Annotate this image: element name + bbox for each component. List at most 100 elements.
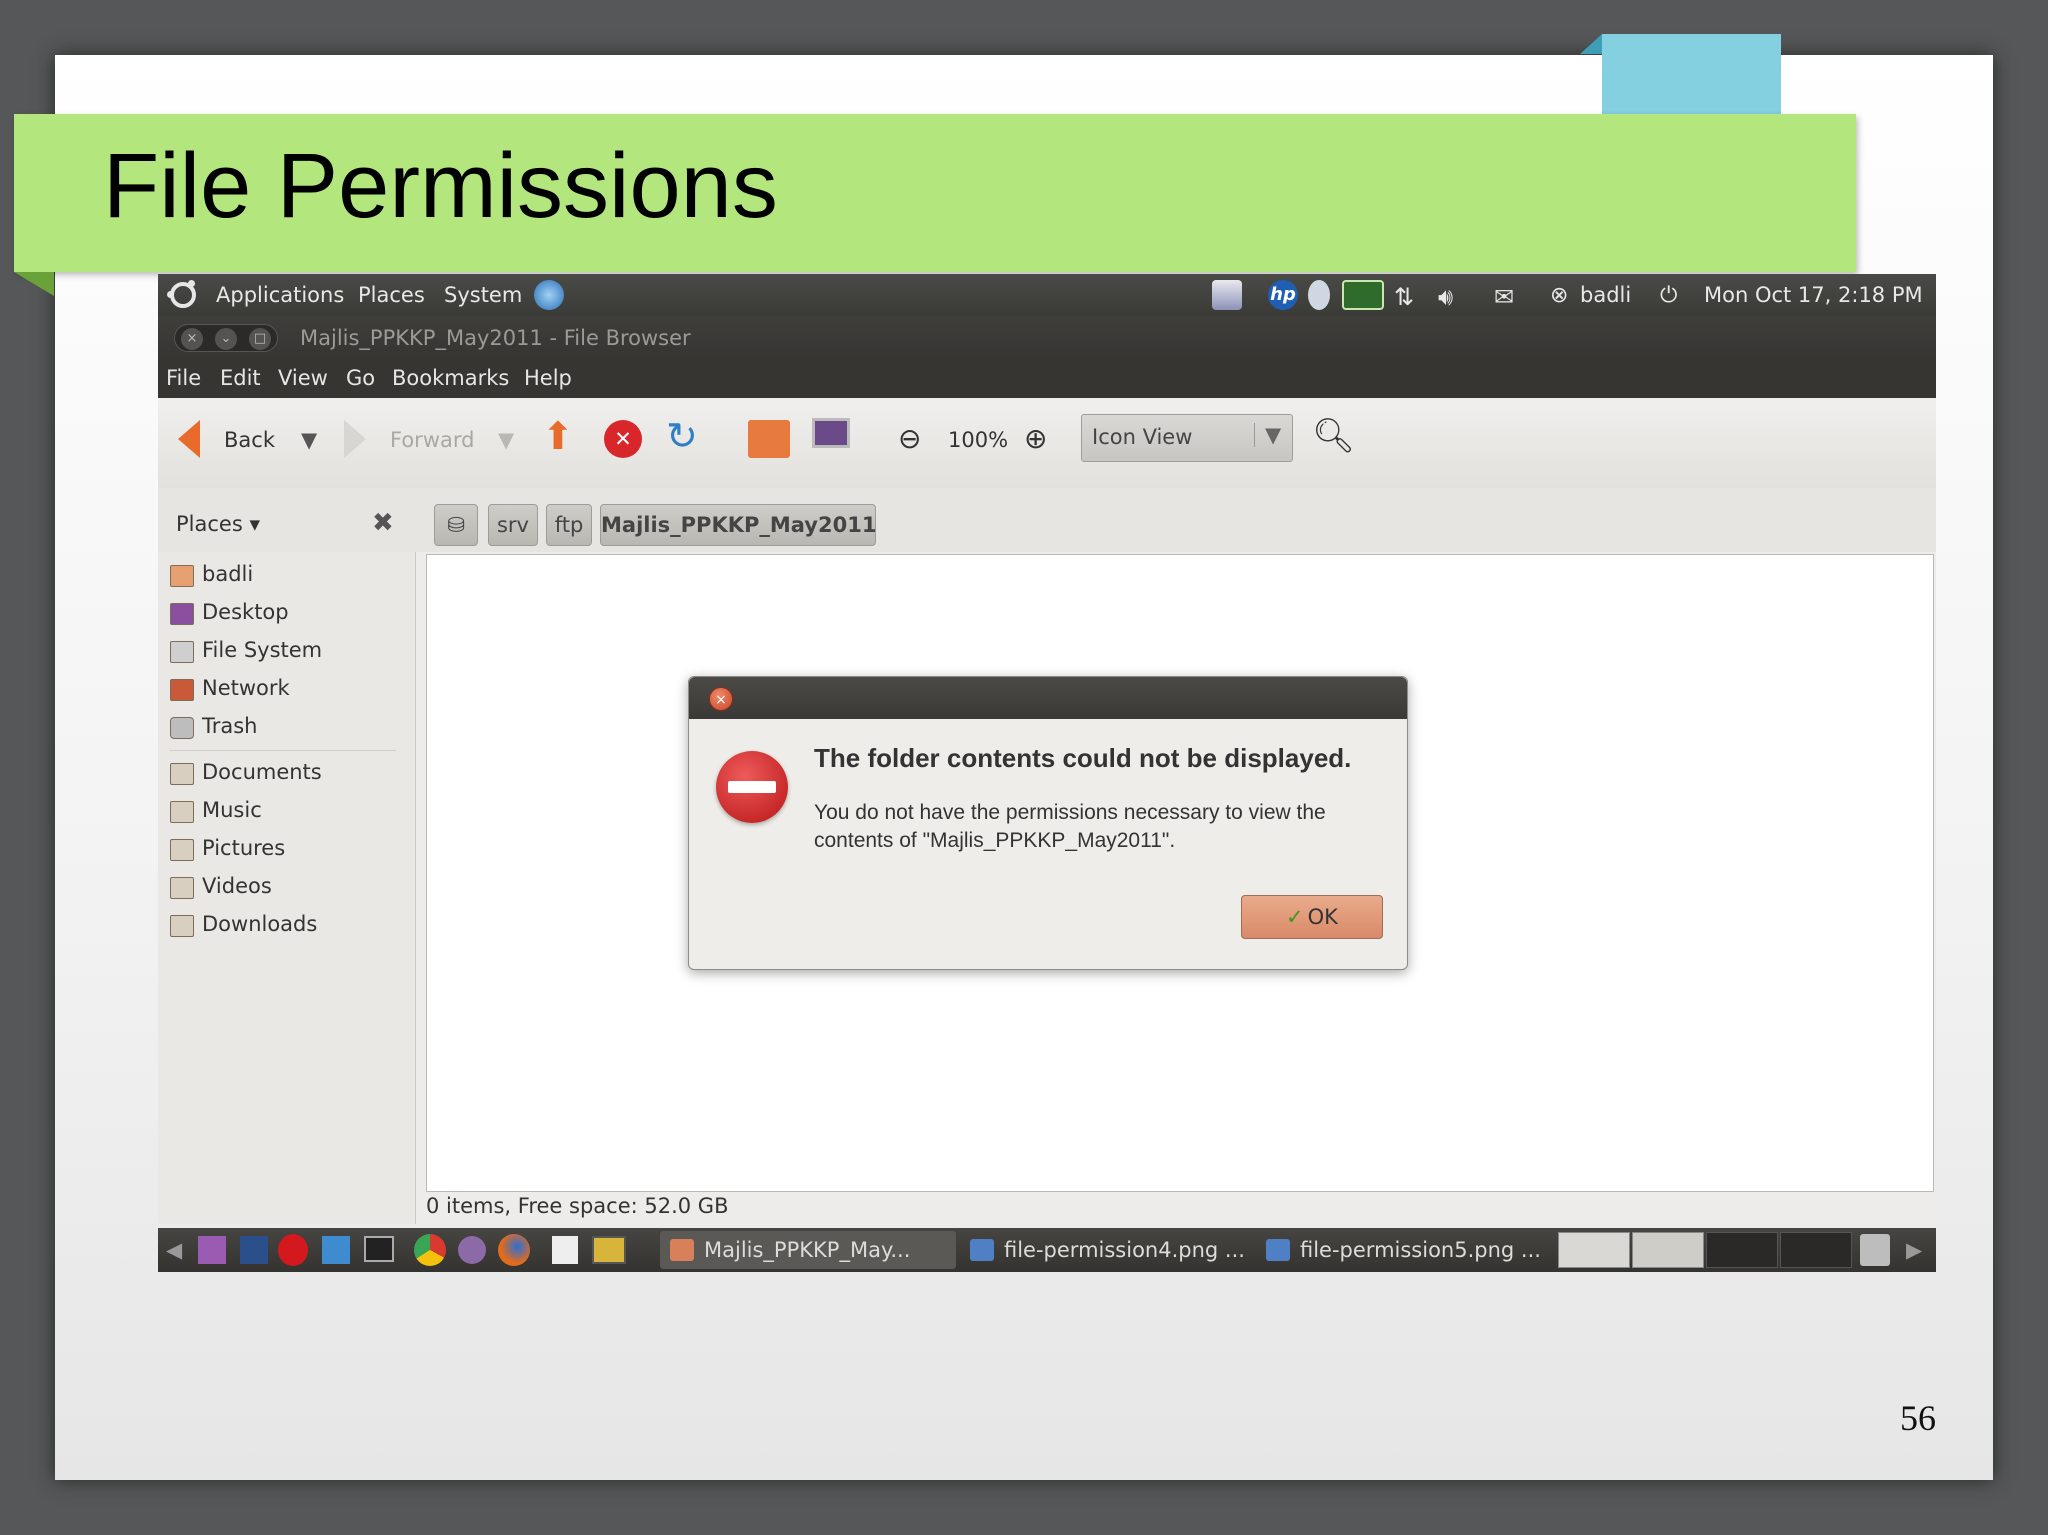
ok-button[interactable]: ✓ OK [1241,895,1383,939]
error-dialog: × The folder contents could not be displ… [688,676,1408,970]
places-label: Places [176,512,243,536]
trash-icon [170,717,194,739]
crumb-srv[interactable]: srv [488,504,538,546]
printer-icon[interactable] [1212,280,1242,310]
system-menu[interactable]: System [444,283,522,307]
menu-edit[interactable]: Edit [220,366,261,390]
menu-bookmarks[interactable]: Bookmarks [392,366,509,390]
taskbar-scroll-right-icon[interactable]: ▶ [1906,1238,1922,1262]
title-fold [14,272,54,296]
launcher-firefox-icon[interactable] [498,1234,530,1266]
desktop-icon [170,603,194,625]
task-file-browser[interactable]: Majlis_PPKKP_May... [660,1231,956,1269]
menu-help[interactable]: Help [524,366,572,390]
zoom-level[interactable]: 100% [948,428,1008,452]
applications-menu[interactable]: Applications [216,283,344,307]
workspace-1[interactable] [1558,1232,1630,1268]
system-monitor-icon[interactable] [1342,280,1384,310]
search-icon[interactable]: 🔍︎ [1312,416,1355,456]
chevron-down-icon: ▼ [1254,423,1281,447]
workspace-2[interactable] [1632,1232,1704,1268]
launcher-cursor-icon[interactable] [322,1236,350,1264]
window-controls: × ⌄ □ [174,324,278,352]
launcher-presentation-icon[interactable] [592,1236,626,1264]
error-icon [716,751,788,823]
checkmark-icon: ✓ [1286,905,1304,929]
window-titlebar[interactable]: × ⌄ □ Majlis_PPKKP_May2011 - File Browse… [158,316,1936,358]
menu-view[interactable]: View [278,366,328,390]
home-icon [170,565,194,587]
folder-icon [670,1239,694,1261]
menu-file[interactable]: File [166,366,201,390]
downloads-folder-icon [170,915,194,937]
stop-icon[interactable]: ✕ [604,420,642,458]
screenshot: Applications Places System hp ⇅ 🔊︎ ✉ ⊗ b… [158,274,1936,1272]
trash-applet-icon[interactable] [1860,1234,1890,1266]
dialog-primary-text: The folder contents could not be display… [814,743,1352,773]
dialog-titlebar[interactable]: × [689,677,1407,719]
minimize-window-icon[interactable]: ⌄ [215,328,237,350]
launcher-chrome-icon[interactable] [414,1234,446,1266]
top-panel: Applications Places System hp ⇅ 🔊︎ ✉ ⊗ b… [158,274,1936,316]
user-name[interactable]: badli [1580,283,1631,307]
forward-history-dropdown-icon: ▼ [498,428,515,452]
clock[interactable]: Mon Oct 17, 2:18 PM [1704,283,1923,307]
status-bar: 0 items, Free space: 52.0 GB [426,1194,729,1218]
workspace-4[interactable] [1780,1232,1852,1268]
power-icon[interactable]: ⏻ [1660,283,1677,308]
launcher-g-icon[interactable] [240,1236,268,1264]
bottom-taskbar: ◀ Majlis_PPKKP_May... file-permission4.p… [158,1228,1936,1272]
crumb-root-drive-icon[interactable]: ⛁ [434,504,478,546]
computer-icon[interactable] [812,418,850,448]
close-sidebar-icon[interactable]: ✖ [372,508,394,538]
back-arrow-icon[interactable] [178,420,200,458]
launcher-editor-icon[interactable] [552,1236,578,1264]
dialog-close-icon[interactable]: × [709,687,733,711]
network-updown-icon[interactable]: ⇅ [1394,283,1414,311]
maximize-window-icon[interactable]: □ [249,328,271,350]
home-folder-icon[interactable] [748,420,790,458]
mail-icon[interactable]: ✉ [1494,283,1514,311]
disc-icon[interactable] [1308,280,1330,310]
view-mode-select[interactable]: Icon View ▼ [1081,414,1293,462]
task-image-viewer-5[interactable]: file-permission5.png ... [1256,1231,1548,1269]
up-arrow-icon[interactable]: ⬆ [542,414,574,458]
drive-icon [170,641,194,663]
documents-folder-icon [170,763,194,785]
launcher-monitor-icon[interactable] [364,1236,394,1262]
network-manager-icon[interactable] [534,280,564,310]
crumb-ftp[interactable]: ftp [546,504,592,546]
taskbar-scroll-left-icon[interactable]: ◀ [166,1238,182,1262]
forward-button[interactable]: Forward [390,428,474,452]
menu-go[interactable]: Go [346,366,375,390]
close-window-icon[interactable]: × [181,328,203,350]
volume-icon[interactable]: 🔊︎ [1438,283,1453,311]
task-image-viewer-4[interactable]: file-permission4.png ... [960,1231,1252,1269]
decor-fold [1580,34,1602,54]
reload-icon[interactable]: ↻ [666,414,698,458]
launcher-pidgin-icon[interactable] [458,1236,486,1264]
videos-folder-icon [170,877,194,899]
places-menu[interactable]: Places [358,283,425,307]
back-button[interactable]: Back [224,428,275,452]
forward-arrow-icon [344,420,366,458]
places-dropdown[interactable]: Places ▾ [176,512,260,536]
launcher-files-icon[interactable] [198,1236,226,1264]
back-history-dropdown-icon[interactable]: ▼ [301,428,317,452]
slide-title: File Permissions [103,135,778,237]
user-status-icon[interactable]: ⊗ [1550,283,1568,308]
page-number: 56 [1900,1398,1936,1438]
hp-icon[interactable]: hp [1268,280,1298,310]
crumb-current-folder[interactable]: Majlis_PPKKP_May2011 [600,504,876,546]
image-icon [970,1239,994,1261]
pictures-folder-icon [170,839,194,861]
sidebar-divider [170,750,396,751]
zoom-out-icon[interactable]: ⊖ [898,422,921,455]
menubar: File Edit View Go Bookmarks Help [158,358,1936,398]
dialog-secondary-text: You do not have the permissions necessar… [814,801,1326,852]
zoom-in-icon[interactable]: ⊕ [1024,422,1047,455]
launcher-opera-icon[interactable] [278,1234,308,1266]
workspace-3[interactable] [1706,1232,1778,1268]
ubuntu-logo-icon[interactable] [167,280,196,308]
image-icon [1266,1239,1290,1261]
